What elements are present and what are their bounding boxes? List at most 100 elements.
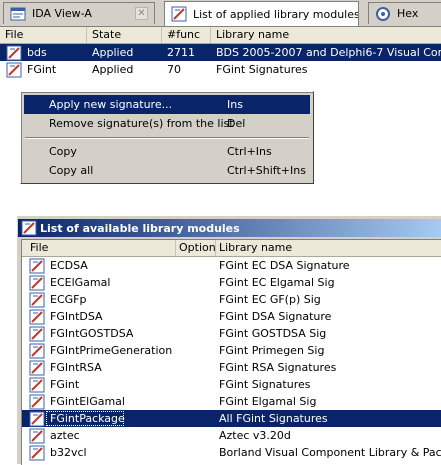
- signature-module-icon: [29, 428, 45, 443]
- column-header-file[interactable]: File: [22, 240, 176, 256]
- list-item[interactable]: FGIntGOSTDSA FGint GOSTDSA Sig: [22, 325, 441, 342]
- signature-module-icon: [29, 309, 45, 324]
- cell-file: FGIntRSA: [50, 361, 102, 374]
- cell-func-count: 70: [167, 63, 181, 76]
- cell-file: aztec: [50, 429, 80, 442]
- cell-file: FGIntDSA: [50, 310, 103, 323]
- available-list-header: File Option... Library name: [22, 240, 441, 257]
- menu-item-shortcut: Ctrl+Ins: [227, 145, 272, 158]
- list-item[interactable]: FGIntPrimeGeneration FGint Primegen Sig: [22, 342, 441, 359]
- tab-label: IDA View-A: [32, 7, 92, 20]
- cell-file: ECElGamal: [50, 276, 111, 289]
- menu-item-remove-signature[interactable]: Remove signature(s) from the list Del: [24, 114, 310, 133]
- column-header-state[interactable]: State: [87, 27, 162, 43]
- list-item[interactable]: ECDSA FGint EC DSA Signature: [22, 257, 441, 274]
- cell-state: Applied: [92, 46, 134, 59]
- cell-options: [176, 257, 216, 274]
- menu-item-shortcut: Ins: [227, 98, 243, 111]
- table-row[interactable]: bds Applied 2711 BDS 2005-2007 and Delph…: [0, 44, 441, 61]
- cell-library-name: FGint GOSTDSA Sig: [219, 327, 327, 340]
- dialog-title-bar[interactable]: List of available library modules: [18, 219, 441, 237]
- cell-library-name: All FGint Signatures: [219, 412, 328, 425]
- list-item[interactable]: FGint FGint Signatures: [22, 376, 441, 393]
- list-item[interactable]: FGIntRSA FGint RSA Signatures: [22, 359, 441, 376]
- cell-library-name: FGint EC GF(p) Sig: [219, 293, 321, 306]
- signature-module-icon: [29, 292, 45, 307]
- cell-options: [176, 308, 216, 325]
- tab-ida-view-a[interactable]: IDA View-A ✕: [3, 2, 155, 24]
- list-item[interactable]: FGintElGamal FGint Elgamal Sig: [22, 393, 441, 410]
- list-item[interactable]: b32vcl Borland Visual Component Library &…: [22, 444, 441, 461]
- list-item[interactable]: ECGFp FGint EC GF(p) Sig: [22, 291, 441, 308]
- signature-module-icon: [29, 411, 45, 426]
- cell-library-name: FGint Primegen Sig: [219, 344, 325, 357]
- hex-view-icon: [376, 6, 390, 21]
- table-row[interactable]: FGint Applied 70 FGint Signatures: [0, 61, 441, 78]
- cell-options: [176, 427, 216, 444]
- cell-library-name: FGint EC Elgamal Sig: [219, 276, 335, 289]
- cell-func-count: 2711: [167, 46, 195, 59]
- graph-view-icon: [10, 7, 26, 20]
- library-modules-icon: [21, 220, 37, 236]
- tab-label: List of applied library modules: [193, 7, 359, 21]
- cell-file: FGIntPrimeGeneration: [50, 344, 173, 357]
- signature-module-icon: [29, 360, 45, 375]
- cell-file: FGIntGOSTDSA: [50, 327, 134, 340]
- cell-file: FGintPackage: [45, 410, 125, 427]
- library-modules-icon: [171, 6, 187, 22]
- signature-module-icon: [29, 258, 45, 273]
- tab-applied-library-modules[interactable]: List of applied library modules ✕: [164, 1, 359, 26]
- menu-item-copy[interactable]: Copy Ctrl+Ins: [24, 142, 310, 161]
- cell-file: FGint: [27, 63, 57, 76]
- cell-file: bds: [27, 46, 47, 59]
- column-header-library-name[interactable]: Library name: [211, 27, 441, 43]
- cell-options: [176, 376, 216, 393]
- list-item[interactable]: FGIntDSA FGint DSA Signature: [22, 308, 441, 325]
- cell-file: FGint: [50, 378, 80, 391]
- signature-module-icon: [29, 377, 45, 392]
- signature-module-icon: [29, 326, 45, 341]
- column-header-func-count[interactable]: #func: [162, 27, 211, 43]
- signature-module-icon: [29, 343, 45, 358]
- applied-list-header: File State #func Library name: [0, 27, 441, 44]
- cell-options: [176, 342, 216, 359]
- menu-item-label: Remove signature(s) from the list: [49, 117, 234, 130]
- cell-state: Applied: [92, 63, 134, 76]
- list-item[interactable]: ECElGamal FGint EC Elgamal Sig: [22, 274, 441, 291]
- menu-item-copy-all[interactable]: Copy all Ctrl+Shift+Ins: [24, 161, 310, 180]
- tab-strip: IDA View-A ✕ List of applied library mod…: [0, 0, 441, 27]
- cell-file: ECGFp: [50, 293, 87, 306]
- menu-separator: [25, 137, 309, 139]
- cell-library-name: FGint Elgamal Sig: [219, 395, 317, 408]
- signature-module-icon: [29, 445, 45, 460]
- column-header-file[interactable]: File: [0, 27, 87, 43]
- cell-options: [176, 393, 216, 410]
- tab-hex-view[interactable]: Hex: [368, 2, 441, 24]
- signature-module-icon: [6, 62, 22, 77]
- cell-options: [176, 325, 216, 342]
- cell-file: b32vcl: [50, 446, 87, 459]
- list-item[interactable]: aztec Aztec v3.20d: [22, 427, 441, 444]
- close-icon[interactable]: ✕: [135, 7, 148, 20]
- signature-module-icon: [29, 394, 45, 409]
- dialog-title: List of available library modules: [40, 221, 240, 235]
- list-item[interactable]: FGintPackage All FGint Signatures: [22, 410, 441, 427]
- signature-module-icon: [29, 275, 45, 290]
- cell-library-name: FGint EC DSA Signature: [219, 259, 350, 272]
- cell-library-name: Borland Visual Component Library & Packa…: [219, 446, 441, 459]
- cell-options: [176, 410, 216, 427]
- cell-library-name: FGint Signatures: [219, 378, 311, 391]
- available-modules-list: File Option... Library name ECDSA FGint E…: [21, 239, 441, 465]
- cell-library-name: FGint Signatures: [216, 63, 308, 76]
- menu-item-apply-new-signature[interactable]: Apply new signature... Ins: [24, 95, 310, 114]
- menu-item-label: Copy all: [49, 164, 94, 177]
- column-header-options[interactable]: Option...: [176, 240, 216, 256]
- menu-item-label: Copy: [49, 145, 77, 158]
- signature-module-icon: [6, 45, 22, 60]
- column-header-library-name[interactable]: Library name: [216, 240, 441, 256]
- cell-options: [176, 444, 216, 461]
- cell-options: [176, 274, 216, 291]
- menu-item-label: Apply new signature...: [49, 98, 173, 111]
- cell-library-name: FGint DSA Signature: [219, 310, 332, 323]
- tab-label: Hex: [397, 7, 419, 20]
